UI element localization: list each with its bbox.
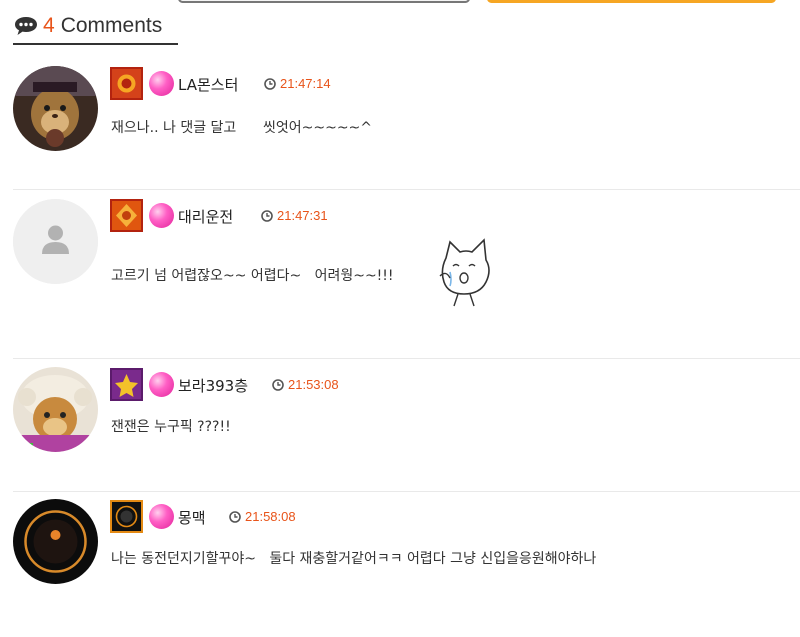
clock-icon — [272, 378, 284, 391]
default-user-avatar-icon[interactable] — [13, 199, 98, 284]
comment-body: 잰잰은 누구픽 ???!! — [111, 419, 231, 435]
comment-body: 고르기 넘 어렵잖오~~ 어렵다~ 어려웡~~!!! — [111, 268, 394, 284]
candy-icon — [149, 203, 174, 228]
top-button-left[interactable] — [178, 0, 470, 3]
comment-time-text: 21:47:14 — [280, 76, 331, 91]
comment-author[interactable]: 대리운전 — [178, 206, 233, 227]
comment-time: 21:58:08 — [229, 509, 296, 524]
candy-icon — [149, 372, 174, 397]
comment-time-text: 21:53:08 — [288, 377, 339, 392]
comment-body: 재으나.. 나 댓글 달고 씻엇어~~~~~^ — [111, 120, 373, 136]
top-button-right[interactable] — [487, 0, 776, 3]
play-logo-avatar-icon[interactable] — [13, 499, 98, 584]
comment-divider — [13, 491, 800, 492]
crying-cat-emoticon-icon — [436, 236, 494, 308]
comment-divider — [13, 358, 800, 359]
clock-icon — [261, 209, 273, 222]
comment-author[interactable]: LA몬스터 — [178, 74, 238, 95]
play-badge-icon — [110, 500, 143, 533]
judge-cat-avatar-icon[interactable] — [13, 367, 98, 452]
candy-icon — [149, 71, 174, 96]
comment-author[interactable]: 몽맥 — [178, 507, 206, 528]
clock-icon — [264, 77, 276, 90]
candy-icon — [149, 504, 174, 529]
comment-time-text: 21:47:31 — [277, 208, 328, 223]
level-badge-red-icon — [110, 67, 143, 100]
comment-time-text: 21:58:08 — [245, 509, 296, 524]
comment-body: 나는 동전던지기할꾸야~ 둘다 재충할거같어ㅋㅋ 어렵다 그냥 신입을응원해야하… — [111, 551, 597, 567]
level-badge-orange-icon — [110, 199, 143, 232]
hamster-avatar-icon[interactable] — [13, 66, 98, 151]
comment-time: 21:53:08 — [272, 377, 339, 392]
comment-time: 21:47:14 — [264, 76, 331, 91]
comment-author[interactable]: 보라393층 — [178, 375, 248, 396]
level-badge-purple-icon — [110, 368, 143, 401]
comments-title: Comments — [60, 13, 163, 37]
clock-icon — [229, 510, 241, 523]
comment-divider — [13, 189, 800, 190]
comment-time: 21:47:31 — [261, 208, 328, 223]
comments-header: 4 Comments — [13, 8, 178, 45]
comment-count: 4 — [43, 13, 55, 37]
speech-bubble-icon — [13, 15, 39, 37]
